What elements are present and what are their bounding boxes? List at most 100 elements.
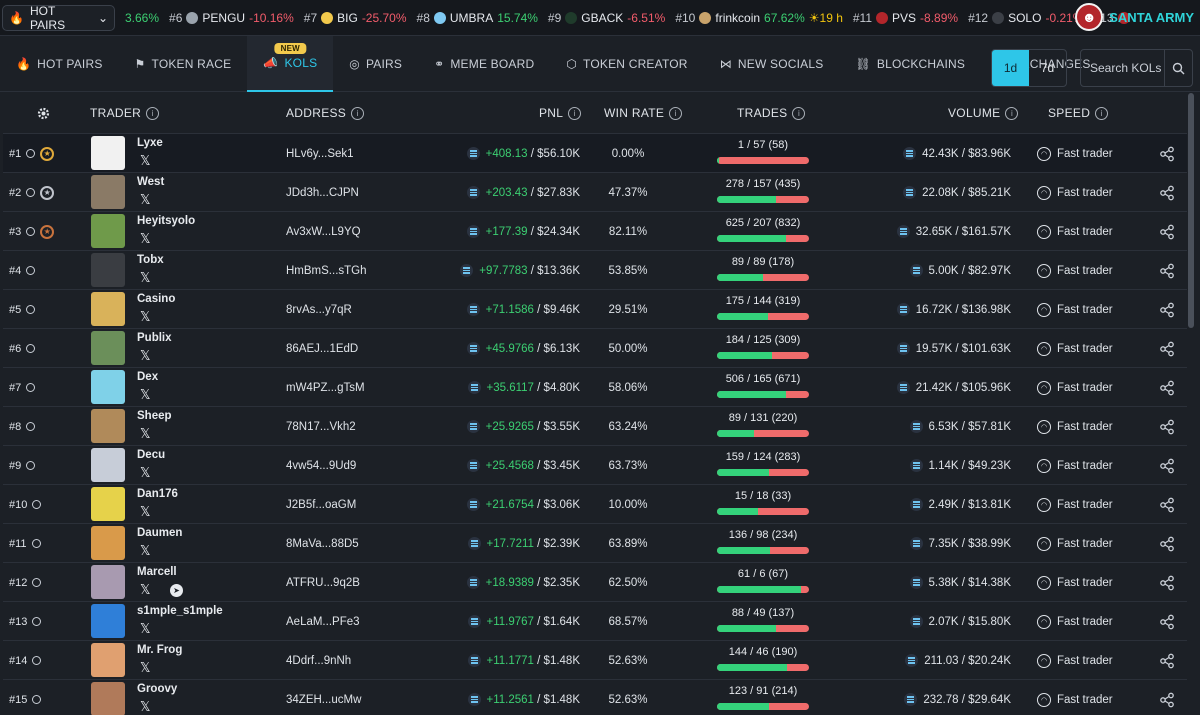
wallet-address[interactable]: AeLaM...PFe3: [286, 602, 360, 641]
share-icon[interactable]: [1159, 134, 1175, 173]
info-icon[interactable]: i: [568, 106, 582, 120]
trader-name[interactable]: Dex: [137, 371, 158, 383]
wallet-address[interactable]: 4Ddrf...9nNh: [286, 641, 351, 680]
wallet-address[interactable]: J2B5f...oaGM: [286, 485, 356, 524]
ticker-item[interactable]: #10 frinkcoin 67.62% ☀19 h: [675, 11, 843, 25]
table-row[interactable]: #6 Publix 𝕏 86AEJ...1EdD +45.9766 / $6.13K 50…: [3, 329, 1187, 368]
avatar[interactable]: [91, 331, 125, 365]
x-icon[interactable]: 𝕏: [140, 583, 150, 598]
header-trades[interactable]: TRADES i: [737, 106, 806, 120]
watch-toggle[interactable]: [26, 188, 36, 197]
trader-name[interactable]: Groovy: [137, 683, 177, 695]
table-row[interactable]: #8 Sheep 𝕏 78N17...Vkh2 +25.9265 / $3.55K 63.…: [3, 407, 1187, 446]
x-icon[interactable]: 𝕏: [140, 505, 150, 520]
avatar[interactable]: [91, 370, 125, 404]
x-icon[interactable]: 𝕏: [140, 544, 150, 559]
wallet-address[interactable]: 8MaVa...88D5: [286, 524, 359, 563]
trader-name[interactable]: s1mple_s1mple: [137, 605, 223, 617]
wallet-address[interactable]: 4vw54...9Ud9: [286, 446, 356, 485]
share-icon[interactable]: [1159, 173, 1175, 212]
header-pnl[interactable]: PNL i: [539, 106, 582, 120]
wallet-address[interactable]: HLv6y...Sek1: [286, 134, 354, 173]
watch-toggle[interactable]: [32, 695, 42, 704]
table-row[interactable]: #11 Daumen 𝕏 8MaVa...88D5 +17.7211 / $2.39K 6…: [3, 524, 1187, 563]
info-icon[interactable]: i: [792, 106, 806, 120]
avatar[interactable]: [91, 682, 125, 715]
brand[interactable]: ☻ SANTA ARMY: [1075, 3, 1194, 31]
avatar[interactable]: [91, 253, 125, 287]
share-icon[interactable]: [1159, 290, 1175, 329]
x-icon[interactable]: 𝕏: [140, 427, 150, 442]
avatar[interactable]: [91, 214, 125, 248]
tab-token-race[interactable]: ⚑ TOKEN RACE: [119, 36, 248, 92]
x-icon[interactable]: 𝕏: [140, 466, 150, 481]
info-icon[interactable]: i: [146, 106, 160, 120]
trader-name[interactable]: Marcell: [137, 566, 177, 578]
info-icon[interactable]: i: [1095, 106, 1109, 120]
watch-toggle[interactable]: [32, 617, 42, 626]
table-row[interactable]: #10 Dan176 𝕏 J2B5f...oaGM +21.6754 / $3.06K 1…: [3, 485, 1187, 524]
period-7d-button[interactable]: 7d: [1029, 50, 1066, 86]
table-row[interactable]: #3 ★ Heyitsyolo 𝕏 Av3xW...L9YQ +177.39 / $24.…: [3, 212, 1187, 251]
avatar[interactable]: [91, 292, 125, 326]
share-icon[interactable]: [1159, 602, 1175, 641]
table-row[interactable]: #1 ★ Lyxe 𝕏 HLv6y...Sek1 +408.13 / $56.10K 0.0…: [3, 134, 1187, 173]
watch-toggle[interactable]: [26, 461, 36, 470]
avatar[interactable]: [91, 175, 125, 209]
share-icon[interactable]: [1159, 251, 1175, 290]
watch-toggle[interactable]: [26, 305, 36, 314]
tab-blockchains[interactable]: ⛓ BLOCKCHAINS: [839, 36, 981, 92]
watch-toggle[interactable]: [32, 500, 42, 509]
share-icon[interactable]: [1159, 329, 1175, 368]
watch-toggle[interactable]: [26, 383, 36, 392]
watch-toggle[interactable]: [32, 578, 42, 587]
share-icon[interactable]: [1159, 680, 1175, 715]
avatar[interactable]: [91, 526, 125, 560]
avatar[interactable]: [91, 487, 125, 521]
avatar[interactable]: [91, 448, 125, 482]
period-1d-button[interactable]: 1d: [992, 50, 1029, 86]
tab-new-socials[interactable]: ⋈ NEW SOCIALS: [704, 36, 840, 92]
avatar[interactable]: [91, 136, 125, 170]
header-win-rate[interactable]: WIN RATE i: [604, 106, 683, 120]
wallet-address[interactable]: HmBmS...sTGh: [286, 251, 367, 290]
ticker-item[interactable]: #8 UMBRA 15.74%: [417, 11, 538, 25]
header-address[interactable]: ADDRESS i: [286, 106, 365, 120]
table-row[interactable]: #9 Decu 𝕏 4vw54...9Ud9 +25.4568 / $3.45K 63.7…: [3, 446, 1187, 485]
header-volume[interactable]: VOLUME i: [948, 106, 1019, 120]
search-input[interactable]: Search KOLs: [1080, 49, 1193, 87]
tab-hot-pairs[interactable]: 🔥 HOT PAIRS: [0, 36, 119, 92]
share-icon[interactable]: [1159, 407, 1175, 446]
x-icon[interactable]: 𝕏: [140, 154, 150, 169]
share-icon[interactable]: [1159, 641, 1175, 680]
wallet-address[interactable]: ATFRU...9q2B: [286, 563, 360, 602]
share-icon[interactable]: [1159, 524, 1175, 563]
telegram-icon[interactable]: ➤: [170, 584, 183, 597]
table-row[interactable]: #14 Mr. Frog 𝕏 4Ddrf...9nNh +11.1771 / $1.48…: [3, 641, 1187, 680]
info-icon[interactable]: i: [351, 106, 365, 120]
info-icon[interactable]: i: [1005, 106, 1019, 120]
watch-toggle[interactable]: [32, 656, 42, 665]
tab-meme-board[interactable]: ⚭ MEME BOARD: [418, 36, 550, 92]
x-icon[interactable]: 𝕏: [140, 310, 150, 325]
x-icon[interactable]: 𝕏: [140, 388, 150, 403]
wallet-address[interactable]: 86AEJ...1EdD: [286, 329, 358, 368]
watch-toggle[interactable]: [26, 266, 36, 275]
tab-pairs[interactable]: ◎ PAIRS: [333, 36, 418, 92]
trader-name[interactable]: Sheep: [137, 410, 172, 422]
table-row[interactable]: #4 Tobx 𝕏 HmBmS...sTGh +97.7783 / $13.36K 53.…: [3, 251, 1187, 290]
watch-toggle[interactable]: [26, 344, 36, 353]
ticker-item[interactable]: #7 BIG -25.70%: [304, 11, 407, 25]
wallet-address[interactable]: 34ZEH...ucMw: [286, 680, 361, 715]
table-row[interactable]: #12 Marcell 𝕏 ➤ ATFRU...9q2B +18.9389 / $2.35…: [3, 563, 1187, 602]
trader-name[interactable]: Mr. Frog: [137, 644, 182, 656]
trader-name[interactable]: Casino: [137, 293, 175, 305]
wallet-address[interactable]: mW4PZ...gTsM: [286, 368, 365, 407]
wallet-address[interactable]: JDd3h...CJPN: [286, 173, 359, 212]
watch-toggle[interactable]: [31, 539, 41, 548]
table-row[interactable]: #7 Dex 𝕏mW4PZ...gTsM +35.6117 / $4.80K 58.06…: [3, 368, 1187, 407]
ticker-item[interactable]: #6 PENGU -10.16%: [169, 11, 294, 25]
share-icon[interactable]: [1159, 212, 1175, 251]
x-icon[interactable]: 𝕏: [140, 232, 150, 247]
table-row[interactable]: #5 Casino 𝕏 8rvAs...y7qR +71.1586 / $9.46K 29…: [3, 290, 1187, 329]
